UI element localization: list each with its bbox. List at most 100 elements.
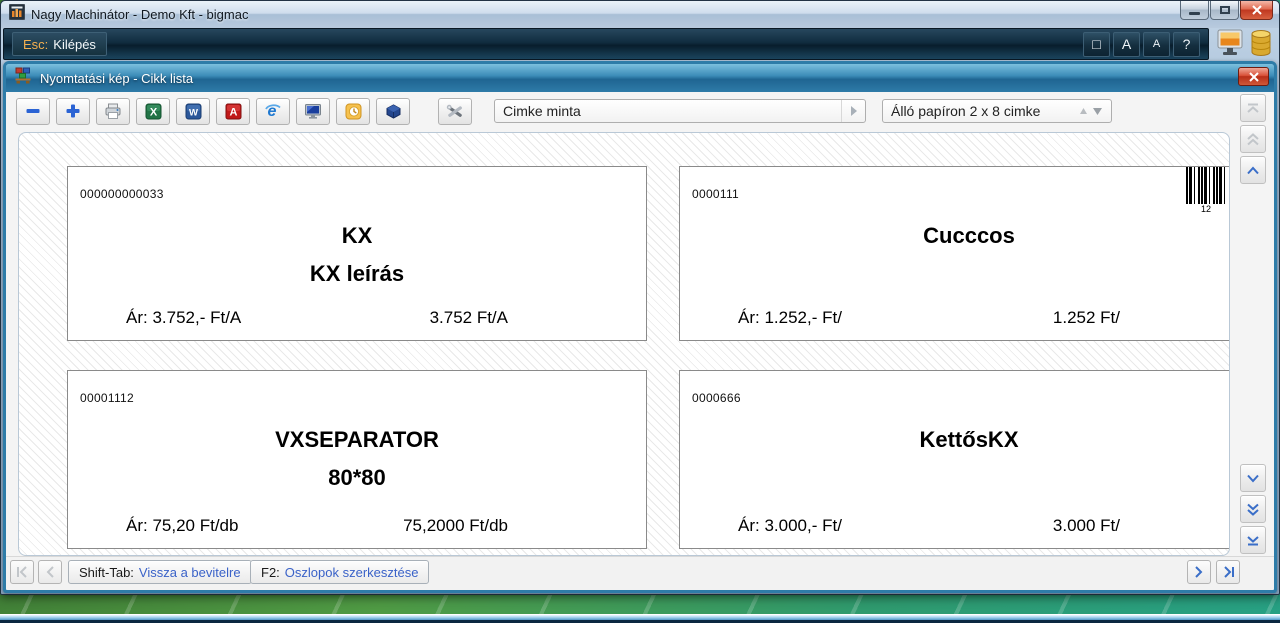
label-template-selector[interactable]: Cimke minta bbox=[494, 99, 866, 123]
svg-text:W: W bbox=[189, 107, 198, 118]
last-page-icon bbox=[1223, 566, 1234, 578]
footer-bar: Shift-Tab: Vissza a bevitelre F2: Oszlop… bbox=[6, 556, 1274, 590]
taskbar[interactable] bbox=[0, 614, 1280, 623]
main-window: Nagy Machinátor - Demo Kft - bigmac Esc:… bbox=[0, 0, 1280, 595]
preview-body: X W A e Cimke minta Álló papíron 2 x 8 c… bbox=[6, 92, 1274, 590]
action-label: Vissza a bevitelre bbox=[138, 564, 241, 580]
hotkey-label: Shift-Tab: bbox=[79, 564, 134, 580]
paper-layout-arrows[interactable] bbox=[1071, 107, 1111, 116]
chevron-up-icon bbox=[1247, 166, 1259, 174]
product-code: 00001112 bbox=[80, 391, 135, 405]
triangle-down-icon bbox=[1093, 107, 1102, 115]
send-to-screen-button[interactable] bbox=[296, 97, 330, 125]
font-increase-button[interactable]: A bbox=[1113, 31, 1140, 57]
line-up-button[interactable] bbox=[1240, 156, 1266, 184]
svg-text:A: A bbox=[229, 106, 237, 118]
zoom-out-icon bbox=[26, 109, 40, 113]
chevron-left-icon bbox=[46, 566, 54, 578]
minimize-icon bbox=[1189, 11, 1200, 15]
paper-layout-selector[interactable]: Álló papíron 2 x 8 cimke bbox=[882, 99, 1112, 123]
close-icon bbox=[1248, 71, 1259, 82]
back-to-entry-button[interactable]: Shift-Tab: Vissza a bevitelre bbox=[68, 560, 252, 584]
product-label: 0000111 12 Cucccos Ár: 1.252,- Ft/ 1.252… bbox=[679, 166, 1229, 341]
window-controls bbox=[1180, 1, 1273, 20]
maximize-button[interactable] bbox=[1210, 1, 1239, 20]
product-code: 000000000033 bbox=[80, 187, 164, 201]
font-decrease-button[interactable]: A bbox=[1143, 31, 1170, 57]
chevron-right-icon[interactable] bbox=[841, 100, 865, 122]
archive-box-icon bbox=[386, 103, 400, 119]
chevron-up-line-icon bbox=[1247, 103, 1259, 113]
product-description: KX leírás bbox=[309, 261, 405, 286]
settings-button[interactable] bbox=[438, 97, 472, 125]
close-icon bbox=[1251, 5, 1262, 15]
product-name: KettősKX bbox=[919, 427, 1019, 452]
price-right: 1.252 Ft/ bbox=[1052, 308, 1120, 327]
product-label: 00001112 VXSEPARATOR 80*80 Ár: 75,20 Ft/… bbox=[67, 370, 647, 549]
archive-button[interactable] bbox=[376, 97, 410, 125]
export-excel-button[interactable]: X bbox=[136, 97, 170, 125]
print-icon bbox=[105, 103, 121, 119]
exit-button[interactable]: Esc: Kilépés bbox=[12, 32, 107, 56]
zoom-out-button[interactable] bbox=[16, 97, 50, 125]
page-down-button[interactable] bbox=[1240, 495, 1266, 523]
maximize-icon bbox=[1219, 6, 1230, 14]
first-page-button[interactable] bbox=[10, 560, 34, 584]
main-titlebar[interactable]: Nagy Machinátor - Demo Kft - bigmac bbox=[1, 1, 1279, 28]
product-name: VXSEPARATOR bbox=[275, 427, 439, 452]
barcode bbox=[1186, 167, 1226, 204]
internet-explorer-icon: e bbox=[265, 103, 281, 120]
database-icon[interactable] bbox=[1249, 29, 1273, 62]
preview-close-button[interactable] bbox=[1238, 67, 1269, 86]
first-page-icon bbox=[16, 566, 27, 578]
page-up-button[interactable] bbox=[1240, 125, 1266, 153]
line-down-button[interactable] bbox=[1240, 464, 1266, 492]
window-mode-button[interactable]: □ bbox=[1083, 31, 1110, 57]
product-description: 80*80 bbox=[328, 465, 386, 490]
scroll-to-top-button[interactable] bbox=[1240, 94, 1266, 122]
print-button[interactable] bbox=[96, 97, 130, 125]
pdf-icon: A bbox=[225, 103, 241, 119]
edit-columns-button[interactable]: F2: Oszlopok szerkesztése bbox=[250, 560, 430, 584]
zoom-in-icon bbox=[66, 104, 80, 118]
minimize-button[interactable] bbox=[1180, 1, 1209, 20]
scroll-to-bottom-button[interactable] bbox=[1240, 526, 1266, 554]
open-browser-button[interactable]: e bbox=[256, 97, 290, 125]
word-icon: W bbox=[185, 103, 201, 119]
outlook-schedule-button[interactable] bbox=[336, 97, 370, 125]
command-row: Esc: Kilépés □ A A ? bbox=[3, 28, 1277, 60]
clock-schedule-icon bbox=[345, 103, 361, 119]
export-word-button[interactable]: W bbox=[176, 97, 210, 125]
vertical-scroll-strip bbox=[1240, 94, 1266, 554]
last-page-button[interactable] bbox=[1216, 560, 1240, 584]
double-chevron-down-icon bbox=[1247, 503, 1259, 516]
product-label: 0000666 KettősKX Ár: 3.000,- Ft/ 3.000 F… bbox=[679, 370, 1229, 549]
price-left: Ár: 1.252,- Ft/ bbox=[738, 308, 842, 327]
product-code: 0000666 bbox=[692, 391, 741, 405]
preview-window: Nyomtatási kép - Cikk lista X W A e Cimk… bbox=[3, 61, 1277, 593]
price-row: Ár: 75,20 Ft/db 75,2000 Ft/db bbox=[126, 516, 508, 536]
price-row: Ár: 1.252,- Ft/ 1.252 Ft/ bbox=[738, 308, 1120, 328]
next-page-button[interactable] bbox=[1187, 560, 1211, 584]
action-label: Oszlopok szerkesztése bbox=[284, 564, 419, 580]
preview-titlebar[interactable]: Nyomtatási kép - Cikk lista bbox=[6, 64, 1274, 92]
monitor-icon[interactable] bbox=[1217, 29, 1243, 62]
preview-toolbar: X W A e Cimke minta Álló papíron 2 x 8 c… bbox=[6, 92, 1234, 130]
product-code: 0000111 bbox=[692, 187, 740, 201]
price-row: Ár: 3.752,- Ft/A 3.752 Ft/A bbox=[126, 308, 508, 328]
tray-icons bbox=[1217, 29, 1273, 62]
close-button[interactable] bbox=[1240, 1, 1273, 20]
paper-layout-value: Álló papíron 2 x 8 cimke bbox=[891, 103, 1041, 119]
tools-icon bbox=[446, 104, 462, 117]
double-chevron-up-icon bbox=[1247, 132, 1259, 145]
chevron-down-line-icon bbox=[1247, 535, 1259, 545]
export-pdf-button[interactable]: A bbox=[216, 97, 250, 125]
help-button[interactable]: ? bbox=[1173, 31, 1200, 57]
command-bar: Esc: Kilépés □ A A ? bbox=[3, 28, 1209, 60]
window-title: Nagy Machinátor - Demo Kft - bigmac bbox=[31, 7, 249, 22]
previous-page-button[interactable] bbox=[38, 560, 62, 584]
chevron-right-icon bbox=[1195, 566, 1203, 578]
price-row: Ár: 3.000,- Ft/ 3.000 Ft/ bbox=[738, 516, 1120, 536]
price-left: Ár: 3.752,- Ft/A bbox=[126, 308, 242, 327]
zoom-in-button[interactable] bbox=[56, 97, 90, 125]
